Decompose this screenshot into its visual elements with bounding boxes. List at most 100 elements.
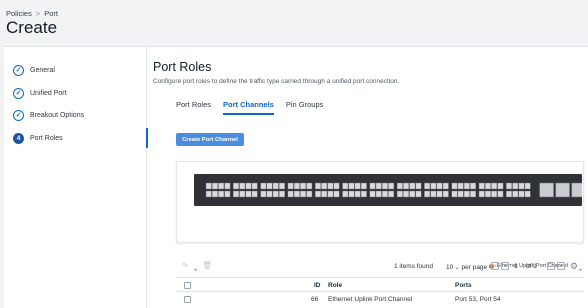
sfp-port[interactable] [409, 190, 416, 198]
sfp-port[interactable] [415, 182, 422, 190]
next-page-icon[interactable]: › [547, 262, 555, 270]
sfp-port[interactable] [327, 190, 334, 198]
sfp-port[interactable] [485, 182, 491, 190]
sfp-port[interactable] [287, 190, 294, 198]
sfp-port[interactable] [233, 182, 239, 190]
select-all-checkbox[interactable] [184, 282, 191, 289]
sfp-port[interactable] [245, 182, 252, 190]
delete-icon[interactable]: 🗑 [202, 261, 212, 270]
sfp-port[interactable] [266, 182, 273, 190]
sfp-port[interactable] [478, 190, 485, 198]
sfp-port[interactable] [272, 182, 279, 190]
sfp-port[interactable] [430, 190, 437, 198]
sfp-port[interactable] [293, 182, 300, 190]
sfp-port[interactable] [205, 190, 212, 198]
sfp-port[interactable] [388, 182, 395, 190]
sfp-port[interactable] [451, 182, 458, 190]
sfp-port[interactable] [518, 182, 525, 190]
sfp-port[interactable] [381, 182, 388, 190]
qsfp-port[interactable] [571, 182, 582, 198]
sfp-port[interactable] [478, 182, 485, 190]
sfp-port[interactable] [224, 190, 231, 198]
sfp-port[interactable] [424, 190, 431, 198]
step-unified-port[interactable]: ✓ Unified Port [4, 83, 147, 103]
sfp-port[interactable] [381, 190, 388, 198]
sfp-port[interactable] [485, 190, 491, 198]
sfp-port[interactable] [524, 182, 531, 190]
column-header-ports[interactable]: Ports [455, 282, 472, 289]
sfp-port[interactable] [457, 190, 464, 198]
sfp-port[interactable] [260, 190, 267, 198]
sfp-port[interactable] [375, 182, 382, 190]
sfp-port[interactable] [388, 190, 395, 198]
sfp-port[interactable] [436, 190, 443, 198]
sfp-port[interactable] [306, 182, 313, 190]
qsfp-port[interactable] [539, 182, 554, 198]
sfp-port[interactable] [287, 182, 294, 190]
sfp-port[interactable] [470, 190, 476, 198]
sfp-port[interactable] [348, 190, 355, 198]
sfp-port[interactable] [327, 182, 334, 190]
sfp-port[interactable] [266, 190, 273, 198]
tab-port-channels[interactable]: Port Channels [223, 100, 274, 115]
prev-page-icon[interactable]: ‹ [501, 262, 509, 270]
tab-pin-groups[interactable]: Pin Groups [286, 100, 324, 115]
sfp-port[interactable] [451, 190, 458, 198]
table-row[interactable]: 66 Ethernet Uplink Port Channel Port 53,… [176, 292, 584, 308]
sfp-port[interactable] [497, 190, 504, 198]
sfp-port[interactable] [369, 190, 376, 198]
sfp-port[interactable] [212, 182, 218, 190]
sfp-port[interactable] [512, 182, 519, 190]
sfp-port[interactable] [360, 182, 367, 190]
sfp-port[interactable] [300, 182, 307, 190]
sfp-port[interactable] [321, 182, 328, 190]
sfp-port[interactable] [342, 190, 349, 198]
sfp-port[interactable] [251, 182, 258, 190]
sfp-port[interactable] [436, 182, 443, 190]
sfp-port[interactable] [239, 190, 246, 198]
column-header-id[interactable]: ID [314, 282, 321, 289]
sfp-port[interactable] [278, 190, 285, 198]
sfp-port[interactable] [260, 182, 267, 190]
sfp-port[interactable] [430, 182, 437, 190]
sfp-port[interactable] [497, 182, 504, 190]
sfp-port[interactable] [360, 190, 367, 198]
sfp-port[interactable] [233, 190, 239, 198]
sfp-port[interactable] [354, 182, 361, 190]
create-port-channel-button[interactable]: Create Port Channel [176, 133, 244, 146]
sfp-port[interactable] [518, 190, 525, 198]
sfp-port[interactable] [348, 182, 355, 190]
sfp-port[interactable] [205, 182, 212, 190]
first-page-icon[interactable]: « [491, 262, 499, 270]
sfp-port[interactable] [272, 190, 279, 198]
sfp-port[interactable] [245, 190, 252, 198]
sfp-port[interactable] [396, 182, 403, 190]
sfp-port[interactable] [415, 190, 422, 198]
sfp-port[interactable] [409, 182, 416, 190]
last-page-icon[interactable]: » [557, 262, 565, 270]
qsfp-port[interactable] [555, 182, 570, 198]
sfp-port[interactable] [463, 190, 470, 198]
sfp-port[interactable] [369, 182, 376, 190]
sfp-port[interactable] [321, 190, 328, 198]
sfp-port[interactable] [442, 182, 449, 190]
sfp-port[interactable] [506, 182, 512, 190]
sfp-port[interactable] [396, 190, 403, 198]
sfp-port[interactable] [512, 190, 519, 198]
sfp-port[interactable] [354, 190, 361, 198]
column-header-role[interactable]: Role [328, 282, 342, 289]
sfp-port[interactable] [212, 190, 218, 198]
gear-icon[interactable]: ⚙ [570, 261, 578, 272]
sfp-port[interactable] [333, 190, 340, 198]
row-checkbox[interactable] [184, 296, 191, 303]
sfp-port[interactable] [470, 182, 476, 190]
sfp-port[interactable] [442, 190, 449, 198]
sfp-port[interactable] [314, 182, 321, 190]
sfp-port[interactable] [342, 182, 349, 190]
sfp-port[interactable] [403, 182, 410, 190]
breadcrumb-policies-link[interactable]: Policies [6, 9, 32, 18]
sfp-port[interactable] [424, 182, 431, 190]
sfp-port[interactable] [314, 190, 321, 198]
sfp-port[interactable] [491, 182, 498, 190]
sfp-port[interactable] [375, 190, 382, 198]
